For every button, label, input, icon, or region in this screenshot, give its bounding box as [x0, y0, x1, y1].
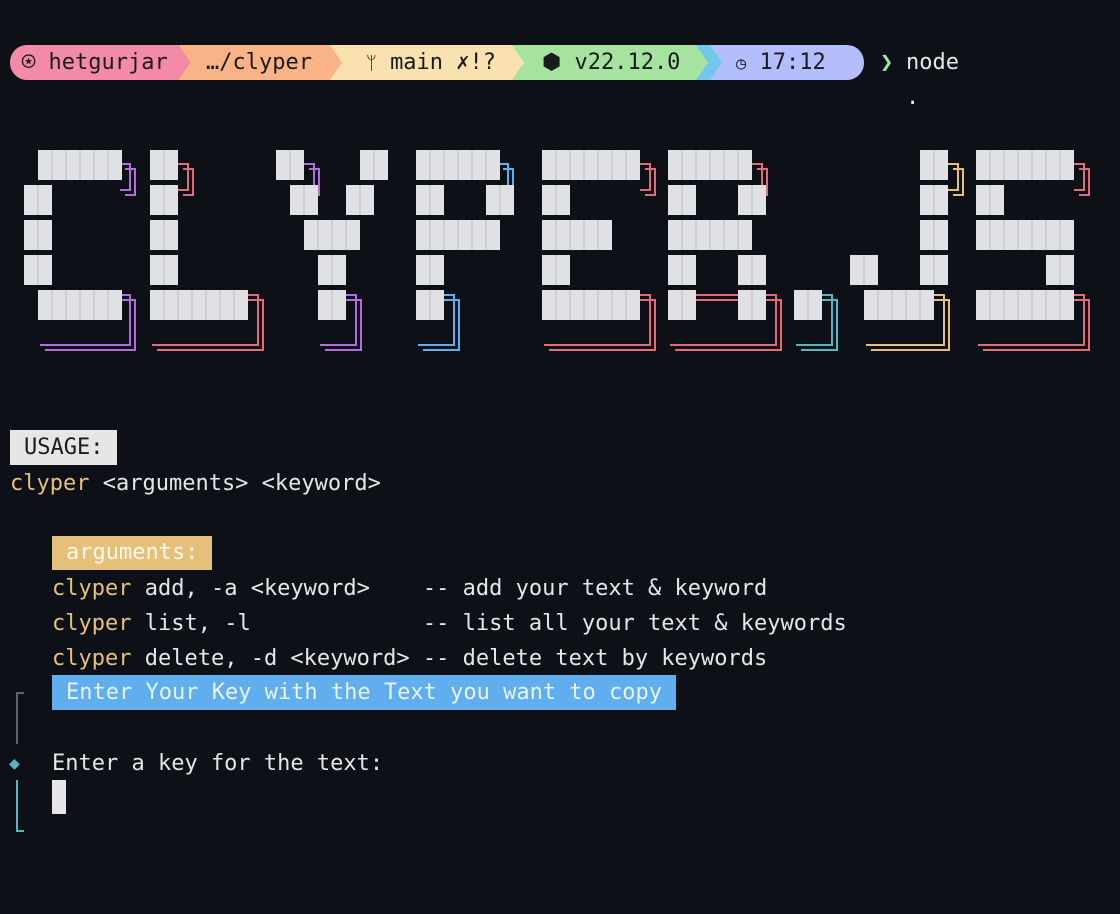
input-question: Enter a key for the text: — [52, 751, 384, 776]
prompt-rail-top — [16, 692, 18, 744]
git-status: ✗!? — [456, 50, 497, 75]
banner-shadow — [178, 163, 189, 191]
node-version: v22.12.0 — [574, 50, 681, 75]
argument-cmd: clyper — [52, 646, 132, 671]
branch-icon: ᛘ — [366, 53, 377, 74]
argument-desc: -- add your text & keyword — [422, 576, 768, 601]
argument-row: clyper delete, -d <keyword> -- delete te… — [52, 641, 767, 676]
ascii-banner-art — [24, 150, 1090, 351]
prompt-user-segment: ⍟ hetgurjar — [10, 45, 190, 80]
diamond-icon: ◆ — [9, 753, 20, 774]
banner-block — [976, 220, 1074, 250]
banner-block — [976, 290, 1074, 320]
usage-cmd: clyper — [10, 471, 90, 496]
banner-block — [542, 220, 612, 250]
prompt-user: hetgurjar — [48, 50, 168, 75]
argument-row: clyper add, -a <keyword> -- add your tex… — [52, 571, 767, 606]
prompt-rail-top-cap — [16, 692, 24, 694]
banner-block — [542, 290, 640, 320]
prompt-char: ❯ — [880, 50, 894, 75]
argument-row: clyper list, -l -- list all your text & … — [52, 606, 847, 641]
prompt-node-segment: ⬢ v22.12.0 — [512, 45, 712, 80]
usage-syntax: <arguments> <keyword> — [102, 471, 381, 496]
usage-line: clyper <arguments> <keyword> — [10, 466, 381, 501]
usage-label: USAGE: — [10, 430, 118, 465]
argument-desc: -- delete text by keywords — [422, 646, 768, 671]
arch-icon: ⍟ — [22, 50, 36, 75]
text-cursor[interactable] — [52, 780, 66, 814]
git-branch: main — [390, 50, 444, 75]
prompt-path: …/clyper — [206, 50, 312, 75]
node-icon: ⬢ — [542, 50, 562, 75]
banner-block — [542, 150, 640, 180]
banner-block — [864, 290, 934, 320]
prompt-time-segment: ◷ 17:12 — [710, 45, 864, 80]
prompt-command: node . — [906, 50, 959, 110]
ascii-banner — [0, 140, 1120, 360]
clock-icon: ◷ — [736, 54, 747, 74]
info-banner: Enter Your Key with the Text you want to… — [52, 675, 677, 710]
prompt-path-segment: …/clyper — [178, 45, 358, 80]
prompt-rail-bottom — [16, 780, 18, 832]
argument-args: list, -l — [144, 611, 423, 636]
prompt-rail-bottom-cap — [16, 830, 24, 832]
banner-shadow — [1074, 163, 1085, 191]
banner-shadow — [948, 163, 959, 191]
banner-block — [150, 290, 248, 320]
banner-block — [976, 150, 1074, 180]
argument-cmd: clyper — [52, 611, 132, 636]
prompt-git-segment: ᛘ main ✗!? — [330, 45, 532, 80]
argument-args: delete, -d <keyword> — [144, 646, 423, 671]
argument-desc: -- list all your text & keywords — [422, 611, 847, 636]
argument-args: add, -a <keyword> — [144, 576, 423, 601]
prompt-time: 17:12 — [759, 50, 826, 75]
banner-shadow — [640, 163, 651, 191]
arguments-label: arguments: — [52, 536, 213, 570]
argument-cmd: clyper — [52, 576, 132, 601]
